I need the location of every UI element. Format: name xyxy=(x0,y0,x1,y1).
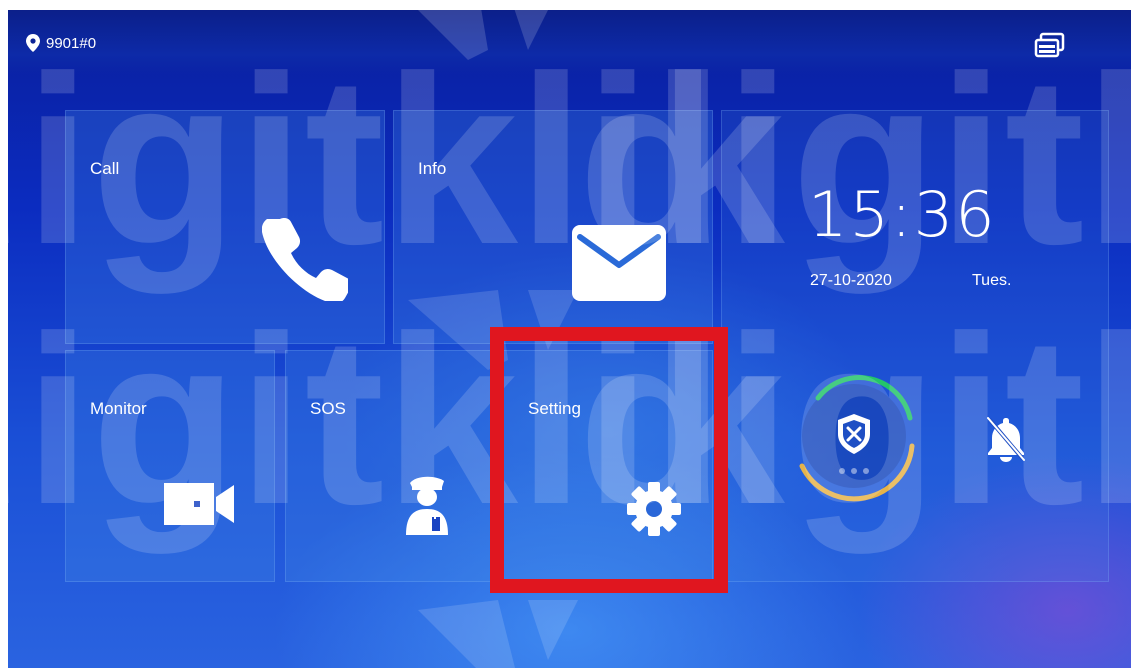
monitor-tile[interactable]: Monitor xyxy=(65,350,275,582)
sos-label: SOS xyxy=(310,399,346,418)
watermark-logo-shape xyxy=(418,10,548,60)
info-label: Info xyxy=(418,159,447,178)
call-tile[interactable]: Call xyxy=(65,110,385,344)
security-guard-icon xyxy=(402,473,452,540)
highlight-box-setting xyxy=(490,327,728,593)
video-camera-icon xyxy=(164,483,236,530)
stacked-screens-icon[interactable] xyxy=(1033,32,1067,65)
monitor-label: Monitor xyxy=(90,399,147,418)
clock-time: 15:36 xyxy=(808,178,997,251)
map-pin-icon xyxy=(26,34,40,52)
location-indicator: 9901#0 xyxy=(26,34,96,52)
watermark-logo-shape xyxy=(418,600,578,668)
arm-status-button[interactable] xyxy=(788,370,920,502)
phone-icon xyxy=(261,215,351,306)
call-label: Call xyxy=(90,159,120,178)
screenshot-frame: 9901#0 Call Info Monitor SOS Setting 15:… xyxy=(0,0,1131,668)
clock-date: 27-10-2020 xyxy=(810,272,892,289)
clock-day: Tues. xyxy=(972,272,1012,289)
bell-muted-icon[interactable] xyxy=(986,416,1026,467)
location-text: 9901#0 xyxy=(46,34,97,52)
